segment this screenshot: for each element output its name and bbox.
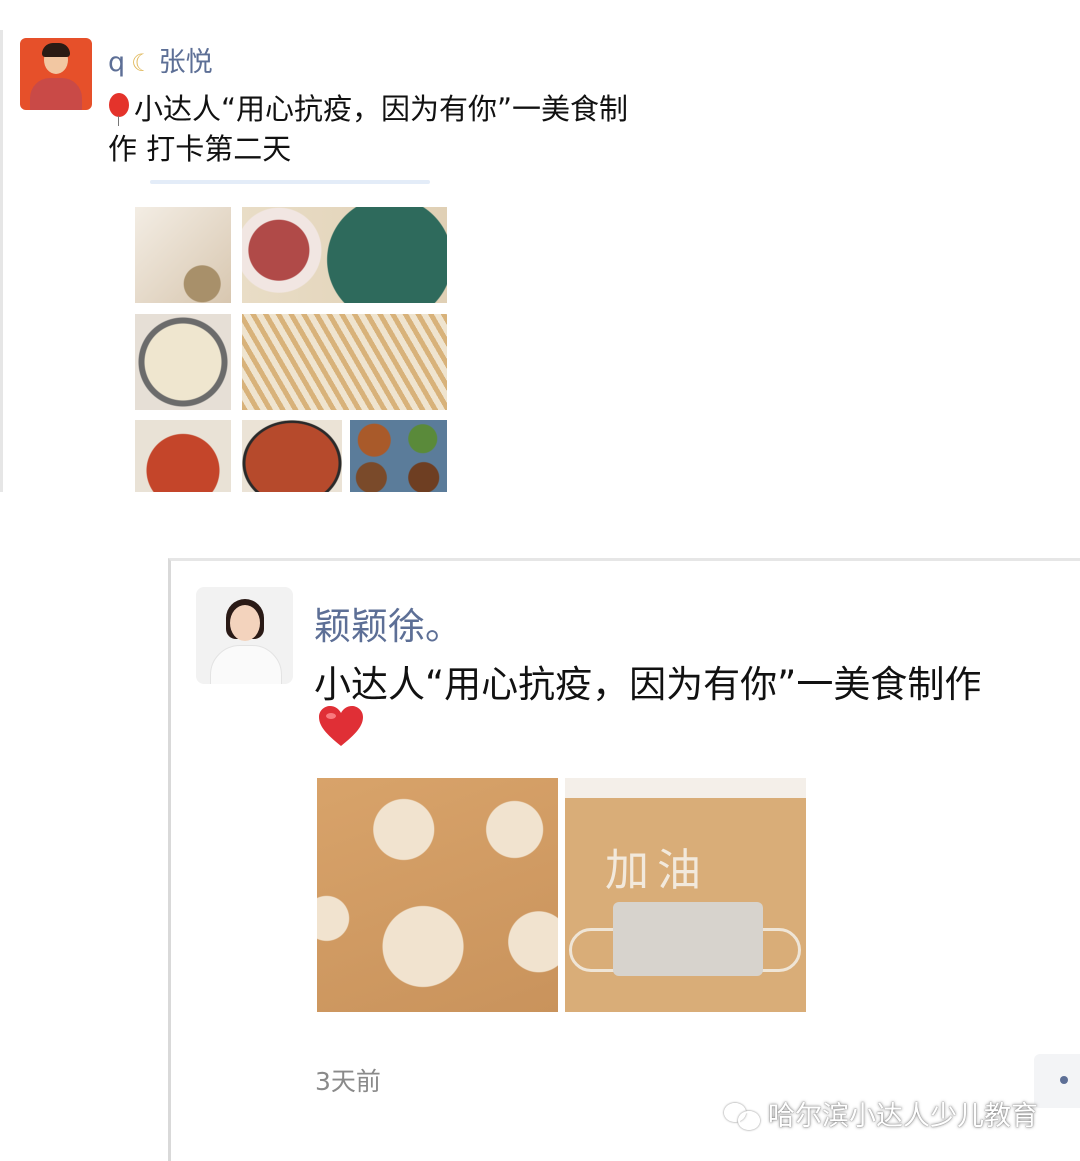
photo-thumbnail[interactable] bbox=[350, 420, 447, 492]
comment-button[interactable] bbox=[1034, 1054, 1080, 1108]
author-name: 张悦 bbox=[158, 47, 213, 78]
photo-thumbnail[interactable]: 加油 bbox=[565, 778, 806, 1012]
photo-thumbnail[interactable] bbox=[135, 207, 231, 303]
divider bbox=[150, 180, 430, 184]
photo-thumbnail[interactable] bbox=[242, 207, 447, 303]
heart-icon bbox=[319, 706, 363, 746]
moon-icon: ☾ bbox=[131, 49, 153, 77]
avatar[interactable] bbox=[196, 587, 293, 684]
avatar[interactable] bbox=[20, 38, 92, 110]
author-name-prefix: q bbox=[108, 47, 126, 78]
post-text-line: 小达人“用心抗疫，因为有你”一美食制 bbox=[108, 86, 628, 128]
wechat-icon bbox=[722, 1101, 762, 1130]
post-author-name[interactable]: q ☾ 张悦 bbox=[108, 40, 213, 79]
watermark: 哈尔滨小达人少儿教育 bbox=[722, 1094, 1038, 1133]
photo-thumbnail[interactable] bbox=[135, 420, 231, 492]
photo-thumbnail[interactable] bbox=[242, 420, 342, 492]
photo-thumbnail[interactable] bbox=[242, 314, 447, 410]
photo-thumbnail[interactable] bbox=[317, 778, 558, 1012]
post-text: 小达人“用心抗疫，因为有你”一美食制作 bbox=[314, 663, 982, 706]
photo-thumbnail[interactable] bbox=[135, 314, 231, 410]
post-edge bbox=[0, 30, 3, 492]
balloon-icon bbox=[108, 93, 130, 126]
faint-mark bbox=[340, 1124, 370, 1136]
post-text-line: 作 打卡第二天 bbox=[108, 132, 292, 166]
post-author-name[interactable]: 颖颖徐。 bbox=[314, 596, 462, 650]
post-timestamp: 3天前 bbox=[315, 1067, 381, 1096]
photo-text: 加油 bbox=[605, 845, 709, 896]
